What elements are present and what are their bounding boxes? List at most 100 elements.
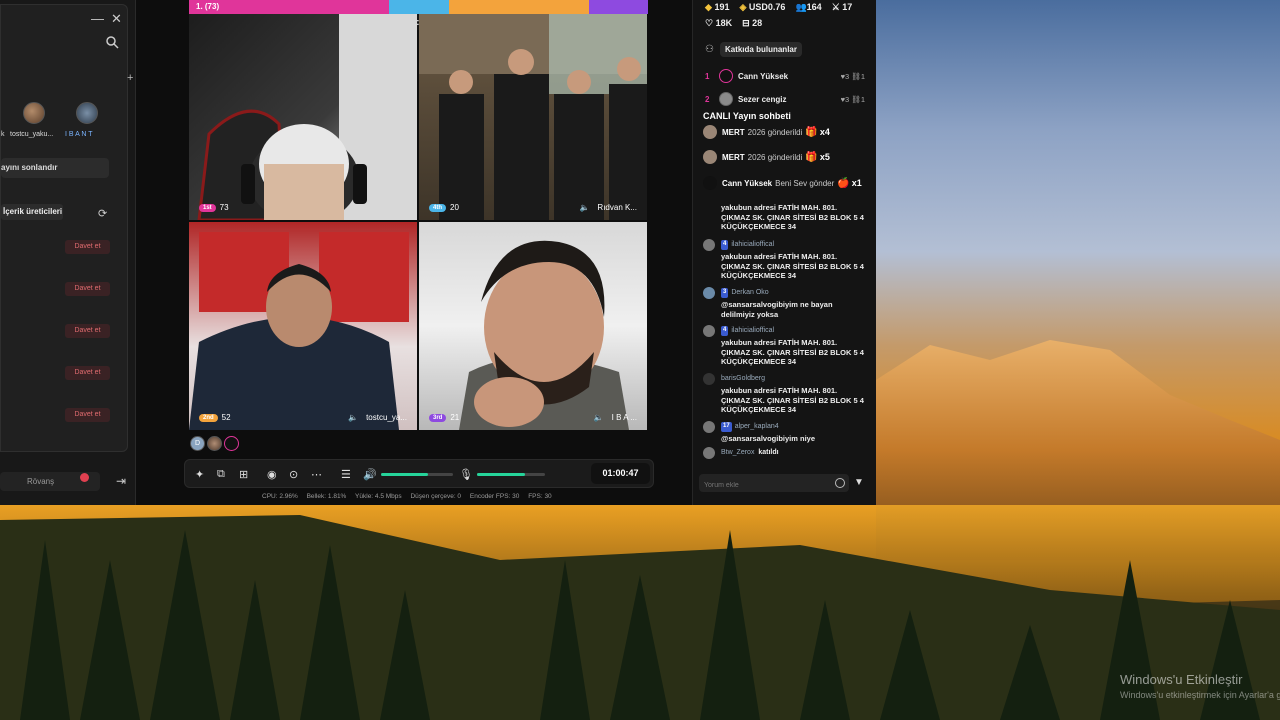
creators-tab[interactable]: İçerik üreticileri bbox=[1, 204, 63, 220]
close-button[interactable]: ✕ bbox=[111, 11, 122, 27]
cpu-stat: CPU: 2.96% bbox=[262, 493, 298, 500]
stats-row-2: ♡ 18K ⊟ 28 bbox=[705, 18, 762, 29]
emoji-icon[interactable] bbox=[835, 478, 845, 488]
message-text: @sansarsalvogibiyim niye bbox=[721, 434, 816, 443]
leader-score: 1. (73) bbox=[196, 2, 220, 11]
gift-multiplier: x4 bbox=[819, 127, 830, 137]
speaker-icon[interactable]: 🔈 bbox=[579, 203, 589, 212]
guest-avatar[interactable] bbox=[76, 102, 98, 124]
avatar bbox=[719, 69, 733, 83]
message-user[interactable]: Derkan Oko bbox=[731, 288, 768, 298]
message-text: yakubun adresi FATİH MAH. 801. ÇIKMAZ SK… bbox=[721, 203, 864, 231]
message-user[interactable]: ilahicialioffical bbox=[731, 240, 774, 250]
speaker-icon[interactable]: 🔈 bbox=[348, 413, 358, 422]
camera-icon[interactable]: ⊙ bbox=[289, 468, 298, 481]
guest-avatar[interactable] bbox=[207, 436, 222, 451]
message-header: 17 alper_kaplan4 bbox=[703, 421, 868, 433]
encoder-fps-stat: Encoder FPS: 30 bbox=[469, 493, 520, 500]
comment-input[interactable] bbox=[699, 474, 849, 492]
score-segment-4 bbox=[589, 0, 648, 14]
participants-icon: ⚔ bbox=[831, 2, 840, 12]
invite-button[interactable]: Davet et bbox=[65, 240, 110, 254]
coins-value: 191 bbox=[714, 2, 730, 12]
add-source-icon[interactable]: ⊞ bbox=[239, 468, 248, 481]
microphone-icon[interactable]: 🎙 bbox=[459, 468, 473, 481]
video-tile[interactable]: 1st 73 bbox=[189, 14, 417, 220]
message-header: 4 ilahicialioffical bbox=[703, 239, 868, 251]
chat-message: barisGoldberg yakubun adresi FATİH MAH. … bbox=[703, 373, 868, 415]
exit-icon[interactable]: ⇥ bbox=[116, 474, 126, 488]
gift-multiplier: x5 bbox=[819, 152, 830, 162]
record-icon[interactable]: ◉ bbox=[267, 468, 277, 481]
dropped-frames-stat: Düşen çerçeve: 0 bbox=[410, 493, 462, 500]
user-add-icon[interactable]: ⚇ bbox=[705, 44, 714, 55]
streamer-name: Rıdvan K... bbox=[597, 203, 637, 212]
avatar bbox=[703, 176, 717, 190]
message-text: @sansarsalvogibiyim ne bayan delilmiyiz … bbox=[721, 300, 833, 319]
message-user[interactable]: barisGoldberg bbox=[721, 374, 765, 384]
guest-avatar[interactable] bbox=[224, 436, 239, 451]
memory-stat: Bellek: 1.81% bbox=[306, 493, 347, 500]
participants-value: 17 bbox=[842, 2, 853, 12]
contributor-name: Cann Yüksek bbox=[738, 71, 789, 81]
video-tile[interactable]: 2nd 52 🔈 tostcu_ya... bbox=[189, 222, 417, 430]
chat-message: yakubun adresi FATİH MAH. 801. ÇIKMAZ SK… bbox=[703, 203, 868, 232]
refresh-icon[interactable]: ⟳ bbox=[98, 207, 107, 220]
search-icon[interactable] bbox=[105, 35, 119, 49]
invite-button[interactable]: Davet et bbox=[65, 366, 110, 380]
invite-button[interactable]: Davet et bbox=[65, 408, 110, 422]
rank-badge: 2nd bbox=[199, 413, 218, 422]
viewers-stat: 👥164 bbox=[795, 2, 821, 13]
minimize-button[interactable]: — bbox=[91, 11, 104, 26]
streamer-video bbox=[189, 232, 409, 430]
gifts-stat: ⊟ 28 bbox=[742, 18, 762, 29]
contributor-name: Sezer cengiz bbox=[738, 94, 787, 104]
message-text: yakubun adresi FATİH MAH. 801. ÇIKMAZ SK… bbox=[721, 386, 864, 414]
guest-avatar[interactable] bbox=[23, 102, 45, 124]
message-text: yakubun adresi FATİH MAH. 801. ÇIKMAZ SK… bbox=[721, 252, 864, 280]
top-contributor-row[interactable]: 2 Sezer cengiz ♥3 ⛓1 bbox=[705, 92, 865, 106]
join-user[interactable]: Btw_Zerox bbox=[721, 448, 754, 458]
volume-slider[interactable] bbox=[381, 473, 453, 476]
send-icon[interactable]: ▼ bbox=[854, 477, 864, 488]
mic-slider[interactable] bbox=[477, 473, 545, 476]
top-contributor-row[interactable]: 1 Cann Yüksek ♥3 ⛓1 bbox=[705, 69, 865, 83]
level-badge: 3 bbox=[721, 288, 729, 298]
gifts-value: 28 bbox=[752, 18, 763, 28]
level-badge: 17 bbox=[721, 422, 732, 432]
speaker-icon[interactable]: 🔈 bbox=[594, 413, 604, 422]
guest-avatars: D bbox=[190, 436, 239, 451]
gift-event: Cann Yüksek Beni Sev gönder 🍎 x1 bbox=[703, 176, 862, 190]
video-tile[interactable]: 4th 20 🔈 Rıdvan K... bbox=[419, 14, 647, 220]
stream-duration: 01:00:47 bbox=[591, 463, 650, 484]
invite-button[interactable]: Davet et bbox=[65, 324, 110, 338]
streamer-video bbox=[197, 14, 417, 220]
chat-message: 3 Derkan Oko @sansarsalvogibiyim ne bayan… bbox=[703, 287, 868, 319]
gift-event: MERT 2026 gönderildi 🎁 x4 bbox=[703, 125, 830, 139]
chat-title: CANLI Yayın sohbeti bbox=[703, 111, 791, 121]
tile-rank: 4th 20 bbox=[429, 203, 459, 212]
contributors-tab[interactable]: Katkıda bulunanlar bbox=[719, 42, 802, 57]
gift-user: MERT bbox=[722, 127, 745, 137]
layout-icon[interactable]: ⧉ bbox=[217, 468, 225, 481]
avatar bbox=[703, 239, 715, 251]
settings-sliders-icon[interactable]: ☰ bbox=[341, 468, 351, 481]
end-stream-button[interactable]: ayını sonlandır bbox=[1, 158, 109, 178]
volume-icon[interactable]: 🔊 bbox=[363, 468, 377, 481]
rank-score: 52 bbox=[221, 413, 231, 422]
windows-activation-notice: Windows'u Etkinleştir Windows'u etkinleş… bbox=[1120, 672, 1280, 700]
level-badge: 4 bbox=[721, 240, 729, 250]
rank-badge: 1st bbox=[199, 203, 216, 212]
performance-stats: CPU: 2.96% Bellek: 1.81% Yükle: 4.5 Mbps… bbox=[262, 493, 559, 500]
message-user[interactable]: ilahicialioffical bbox=[731, 326, 774, 336]
invite-button[interactable]: Davet et bbox=[65, 282, 110, 296]
video-tile[interactable]: 3rd 21 🔈 I B A ... bbox=[419, 222, 647, 430]
message-user[interactable]: alper_kaplan4 bbox=[735, 422, 779, 432]
more-icon[interactable]: ⋯ bbox=[311, 468, 322, 481]
magic-wand-icon[interactable]: ✦ bbox=[195, 468, 204, 481]
guest-avatar[interactable]: D bbox=[190, 436, 205, 451]
contributor-meta: ♥3 ⛓1 bbox=[840, 71, 865, 81]
streamer-name: I B A ... bbox=[611, 413, 637, 422]
add-icon[interactable]: + bbox=[127, 72, 133, 84]
score-segment-3 bbox=[449, 0, 589, 14]
